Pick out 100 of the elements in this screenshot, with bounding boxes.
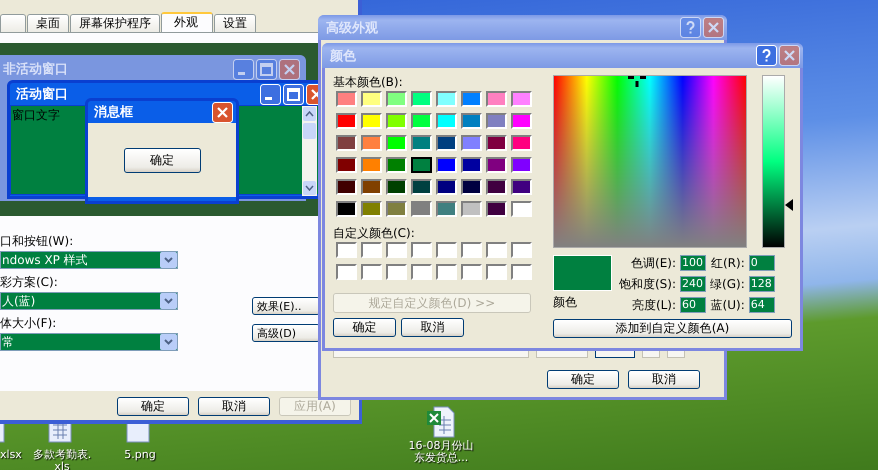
color-spectrum[interactable] [553,75,747,248]
button[interactable]: 添加到自定义颜色(A) [553,319,792,338]
color-swatch[interactable] [511,157,532,173]
file-label[interactable]: 多款考勤表. xls [32,449,92,470]
color-swatch[interactable] [461,242,482,258]
help-icon[interactable] [680,17,701,38]
dropdown[interactable]: 常 [0,333,178,351]
tab[interactable]: 设置 [214,14,256,32]
color-swatch[interactable] [436,201,457,217]
dropdown[interactable]: 人(蓝) [0,292,178,310]
color-swatch[interactable] [461,135,482,151]
color-swatch[interactable] [486,264,507,280]
color-swatch[interactable] [361,242,382,258]
spreadsheet-file-icon[interactable] [426,406,456,438]
tab[interactable] [0,14,26,32]
color-swatch[interactable] [361,264,382,280]
slider-arrow-icon[interactable] [785,198,793,211]
file-label[interactable]: 16-08月份山 东发货总... [408,440,474,464]
color-swatch[interactable] [336,264,357,280]
color-swatch[interactable] [461,179,482,195]
dropdown[interactable]: ndows XP 样式 [0,251,178,269]
maximize-icon[interactable] [283,84,304,104]
color-swatch[interactable] [386,201,407,217]
input-field[interactable]: 60 [680,297,706,313]
color-swatch[interactable] [386,113,407,129]
color-swatch[interactable] [461,264,482,280]
tab[interactable]: 屏幕保护程序 [70,14,160,32]
color-swatch[interactable] [436,264,457,280]
crosshair-icon[interactable] [628,76,646,88]
color-swatch[interactable] [511,201,532,217]
color-swatch[interactable] [486,113,507,129]
color-swatch[interactable] [386,135,407,151]
tab[interactable]: 桌面 [27,14,69,32]
help-icon[interactable] [756,45,777,66]
tab[interactable]: 外观 [161,12,213,32]
color-swatch[interactable] [361,201,382,217]
color-swatch[interactable] [486,91,507,107]
input-field[interactable]: 128 [748,276,775,292]
color-swatch[interactable] [411,135,432,151]
input-field[interactable]: 100 [680,255,706,271]
input-field[interactable]: 240 [680,276,706,292]
color-swatch[interactable] [411,91,432,107]
file-label[interactable]: xlsx [0,449,22,461]
button[interactable]: 取消 [401,318,464,337]
color-swatch[interactable] [436,242,457,258]
color-swatch[interactable] [511,179,532,195]
close-icon[interactable] [703,17,724,38]
color-swatch[interactable] [411,113,432,129]
button[interactable]: 高级(D) [252,324,320,342]
color-swatch[interactable] [336,179,357,195]
color-swatch[interactable] [436,91,457,107]
color-swatch[interactable] [461,113,482,129]
color-swatch[interactable] [361,179,382,195]
color-swatch[interactable] [411,201,432,217]
input-field[interactable]: 64 [748,297,775,313]
color-swatch[interactable] [461,91,482,107]
color-swatch[interactable] [336,242,357,258]
color-swatch[interactable] [511,113,532,129]
color-swatch[interactable] [436,113,457,129]
color-swatch[interactable] [411,242,432,258]
color-swatch[interactable] [336,135,357,151]
color-swatch[interactable] [336,113,357,129]
button[interactable]: 取消 [198,397,270,416]
color-swatch[interactable] [411,157,432,173]
button[interactable]: 取消 [628,370,700,389]
button[interactable]: 确定 [547,370,619,389]
color-swatch[interactable] [386,91,407,107]
color-swatch[interactable] [361,113,382,129]
color-swatch[interactable] [386,179,407,195]
scrollbar-icon[interactable] [302,106,317,196]
button[interactable]: 确定 [117,397,189,416]
color-swatch[interactable] [486,157,507,173]
color-swatch[interactable] [511,135,532,151]
color-swatch[interactable] [436,157,457,173]
color-swatch[interactable] [336,157,357,173]
color-swatch[interactable] [436,135,457,151]
color-swatch[interactable] [511,242,532,258]
color-swatch[interactable] [411,264,432,280]
color-swatch[interactable] [511,264,532,280]
button[interactable]: 确定 [124,148,200,172]
color-swatch[interactable] [436,179,457,195]
luminance-bar[interactable] [762,75,785,248]
color-swatch[interactable] [336,201,357,217]
color-swatch[interactable] [486,179,507,195]
chevron-down-icon[interactable] [160,293,177,309]
color-swatch[interactable] [336,91,357,107]
color-swatch[interactable] [361,135,382,151]
color-swatch[interactable] [511,91,532,107]
color-swatch[interactable] [361,91,382,107]
color-swatch[interactable] [461,157,482,173]
chevron-down-icon[interactable] [160,334,177,350]
color-swatch[interactable] [386,157,407,173]
color-swatch[interactable] [361,157,382,173]
chevron-down-icon[interactable] [160,252,177,268]
minimize-icon[interactable] [260,84,281,104]
color-swatch[interactable] [486,242,507,258]
color-swatch[interactable] [486,135,507,151]
input-field[interactable]: 0 [748,255,775,271]
button[interactable]: 确定 [333,318,396,337]
button[interactable]: 效果(E).. [252,297,320,315]
